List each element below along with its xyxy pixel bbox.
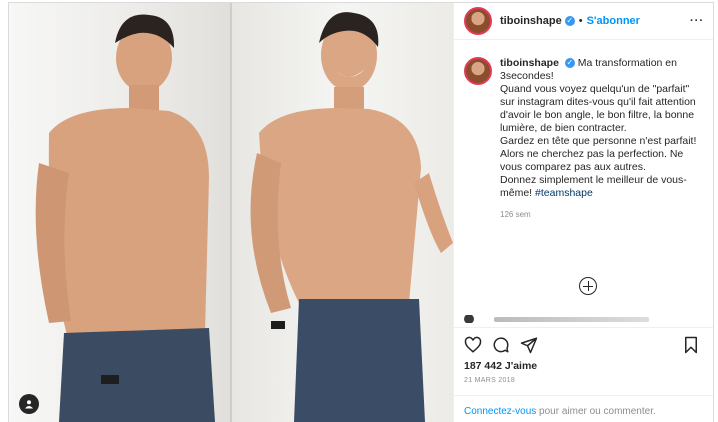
post-container: tiboinshape ✓ • S'abonner ··· tiboinshap…	[8, 2, 714, 422]
login-link[interactable]: Connectez-vous	[464, 406, 536, 417]
avatar[interactable]	[464, 7, 492, 35]
bookmark-icon[interactable]	[682, 336, 700, 354]
caption-line: Quand vous voyez quelqu'un de "parfait" …	[500, 83, 696, 134]
verified-badge-icon: ✓	[564, 58, 575, 69]
action-bar	[454, 327, 713, 361]
plus-circle-icon[interactable]	[579, 277, 597, 295]
user-icon[interactable]	[19, 394, 39, 414]
hashtag-link[interactable]: #teamshape	[535, 187, 593, 199]
caption-line: Alors ne cherchez pas la perfection. Ne …	[500, 148, 684, 173]
more-options-button[interactable]: ···	[690, 15, 704, 27]
follow-button[interactable]: S'abonner	[587, 15, 640, 27]
caption-block: tiboinshape ✓ Ma transformation en 3seco…	[464, 57, 706, 221]
heart-icon[interactable]	[464, 336, 482, 354]
comment-icon[interactable]	[492, 336, 510, 354]
share-icon[interactable]	[520, 336, 538, 354]
post-date: 21 MARS 2018	[464, 377, 516, 384]
caption-time: 126 sem	[500, 210, 531, 219]
caption-avatar[interactable]	[464, 57, 492, 85]
comment-avatar	[464, 315, 474, 323]
caption-username[interactable]: tiboinshape	[500, 57, 559, 69]
photo-illustration	[35, 12, 453, 422]
comment-text-cut	[494, 316, 649, 322]
post-header: tiboinshape ✓ • S'abonner ···	[454, 3, 713, 40]
likes-count[interactable]: 187 442 J'aime	[464, 360, 537, 372]
verified-badge-icon: ✓	[564, 16, 575, 26]
partial-comment	[464, 315, 649, 323]
username[interactable]: tiboinshape	[500, 15, 562, 27]
caption-line: Donnez simplement le meilleur de vous-mê…	[500, 174, 687, 199]
separator: •	[578, 15, 583, 27]
post-sidebar: tiboinshape ✓ • S'abonner ··· tiboinshap…	[453, 3, 713, 422]
caption-line: Gardez en tête que personne n'est parfai…	[500, 135, 697, 147]
login-text: pour aimer ou commenter.	[536, 406, 656, 417]
post-photo[interactable]	[9, 3, 453, 422]
caption-text: tiboinshape ✓ Ma transformation en 3seco…	[500, 57, 700, 221]
login-prompt: Connectez-vous pour aimer ou commenter.	[454, 395, 713, 422]
